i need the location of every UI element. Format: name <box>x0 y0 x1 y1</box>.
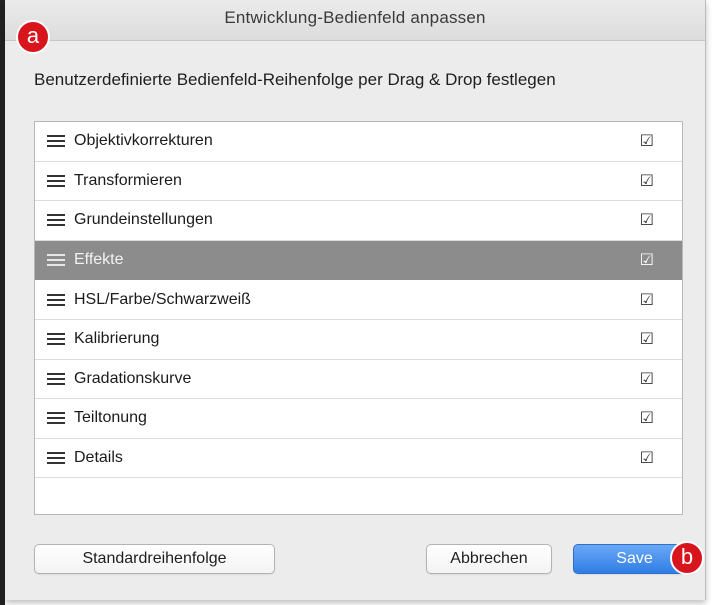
checkbox-checked-icon[interactable]: ☑ <box>640 290 654 310</box>
cancel-button[interactable]: Abbrechen <box>426 544 552 574</box>
panel-row[interactable]: Objektivkorrekturen ☑ <box>35 122 682 162</box>
panel-row-selected[interactable]: Effekte ☑ <box>35 240 682 281</box>
drag-handle-icon[interactable] <box>47 174 65 187</box>
drag-handle-icon[interactable] <box>47 214 65 227</box>
callout-badge-a: a <box>16 20 50 54</box>
panel-label: Kalibrierung <box>74 330 160 348</box>
checkbox-checked-icon[interactable]: ☑ <box>640 131 654 151</box>
checkbox-checked-icon[interactable]: ☑ <box>640 171 654 191</box>
instructions-text: Benutzerdefinierte Bedienfeld-Reihenfolg… <box>34 70 556 89</box>
checkbox-checked-icon[interactable]: ☑ <box>640 408 654 428</box>
panel-order-list: Objektivkorrekturen ☑ Transformieren ☑ G… <box>34 121 683 515</box>
panel-row[interactable]: Grundeinstellungen ☑ <box>35 201 682 241</box>
callout-badge-b: b <box>670 541 704 575</box>
panel-row[interactable]: Details ☑ <box>35 438 682 479</box>
panel-label: Gradationskurve <box>74 369 192 387</box>
customize-panel-dialog: Entwicklung-Bedienfeld anpassen Benutzer… <box>5 0 706 600</box>
panel-label: Transformieren <box>74 171 182 189</box>
panel-row[interactable]: Teiltonung ☑ <box>35 399 682 439</box>
checkbox-checked-icon[interactable]: ☑ <box>640 210 654 230</box>
panel-row[interactable]: Gradationskurve ☑ <box>35 359 682 400</box>
panel-label: Grundeinstellungen <box>74 211 213 229</box>
panel-row[interactable]: Transformieren ☑ <box>35 161 682 202</box>
panel-row[interactable]: HSL/Farbe/Schwarzweiß ☑ <box>35 280 682 320</box>
dialog-title: Entwicklung-Bedienfeld anpassen <box>224 8 486 27</box>
panel-label: Effekte <box>74 251 124 269</box>
drag-handle-icon[interactable] <box>47 254 65 267</box>
panel-label: Details <box>74 449 123 467</box>
drag-handle-icon[interactable] <box>47 293 65 306</box>
panel-label: Teiltonung <box>74 409 147 427</box>
checkbox-checked-icon[interactable]: ☑ <box>640 329 654 349</box>
panel-label: Objektivkorrekturen <box>74 132 213 150</box>
drag-handle-icon[interactable] <box>47 135 65 148</box>
drag-handle-icon[interactable] <box>47 452 65 465</box>
panel-row[interactable]: Kalibrierung ☑ <box>35 319 682 360</box>
checkbox-checked-icon[interactable]: ☑ <box>640 250 654 270</box>
default-order-button[interactable]: Standardreihenfolge <box>34 544 275 574</box>
drag-handle-icon[interactable] <box>47 412 65 425</box>
drag-handle-icon[interactable] <box>47 333 65 346</box>
title-bar[interactable]: Entwicklung-Bedienfeld anpassen <box>5 0 705 41</box>
drag-handle-icon[interactable] <box>47 372 65 385</box>
checkbox-checked-icon[interactable]: ☑ <box>640 448 654 468</box>
panel-label: HSL/Farbe/Schwarzweiß <box>74 290 251 308</box>
checkbox-checked-icon[interactable]: ☑ <box>640 369 654 389</box>
